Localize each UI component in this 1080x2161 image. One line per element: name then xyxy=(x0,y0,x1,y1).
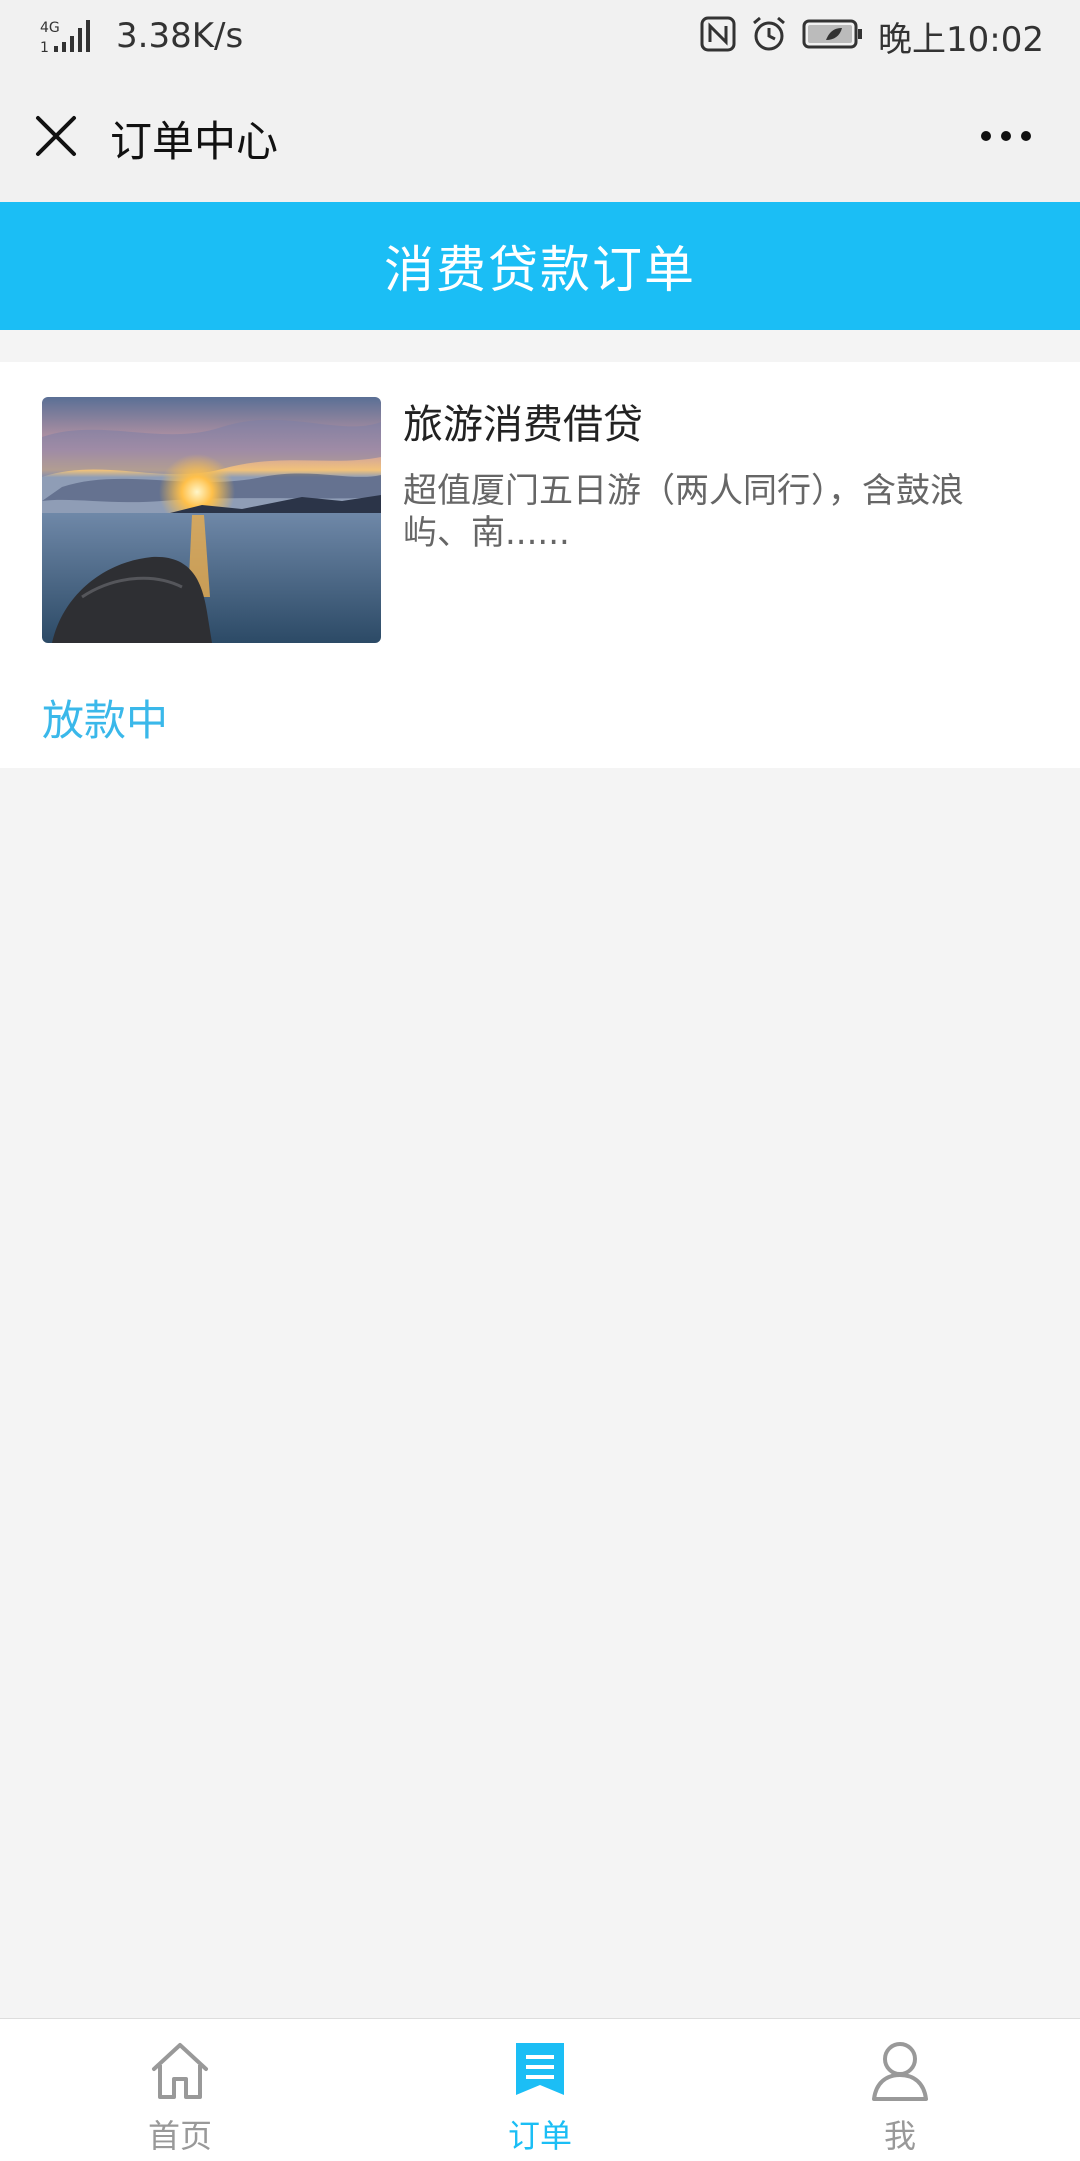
order-card[interactable]: 旅游消费借贷 超值厦门五日游（两人同行），含鼓浪屿、南...... 放款中 xyxy=(0,362,1080,768)
order-description: 超值厦门五日游（两人同行），含鼓浪屿、南...... xyxy=(403,471,964,553)
tab-bar: 首页 订单 我 xyxy=(0,2018,1080,2161)
tab-home[interactable]: 首页 xyxy=(0,2019,360,2161)
tab-home-label: 首页 xyxy=(147,2117,212,2155)
section-banner: 消费贷款订单 xyxy=(0,202,1080,330)
banner-title: 消费贷款订单 xyxy=(384,241,696,299)
order-thumbnail xyxy=(42,397,381,643)
battery-icon xyxy=(802,18,864,54)
more-icon[interactable] xyxy=(978,112,1034,160)
order-icon xyxy=(510,2039,570,2103)
status-bar: 4G 1 3.38K/s 晚上10:02 xyxy=(0,0,1080,72)
tab-profile[interactable]: 我 xyxy=(720,2019,1080,2161)
status-right: 晚上10:02 xyxy=(700,14,1044,60)
signal-icon: 4G 1 xyxy=(40,16,96,56)
tab-profile-label: 我 xyxy=(883,2117,916,2155)
profile-icon xyxy=(870,2039,930,2103)
order-status: 放款中 xyxy=(42,696,169,745)
network-type-label: 4G xyxy=(40,20,60,36)
net-speed: 3.38K/s xyxy=(116,16,244,56)
nav-bar: 订单中心 xyxy=(0,72,1080,202)
clock: 晚上10:02 xyxy=(878,19,1044,60)
tab-orders-label: 订单 xyxy=(507,2117,572,2155)
svg-text:1: 1 xyxy=(40,40,49,56)
status-left: 4G 1 3.38K/s xyxy=(40,14,243,58)
page-title: 订单中心 xyxy=(110,117,279,166)
nfc-icon xyxy=(700,16,736,56)
close-icon[interactable] xyxy=(32,112,80,160)
home-icon xyxy=(150,2039,210,2103)
alarm-icon xyxy=(750,15,788,57)
order-name: 旅游消费借贷 xyxy=(403,402,643,448)
tab-orders[interactable]: 订单 xyxy=(360,2019,720,2161)
